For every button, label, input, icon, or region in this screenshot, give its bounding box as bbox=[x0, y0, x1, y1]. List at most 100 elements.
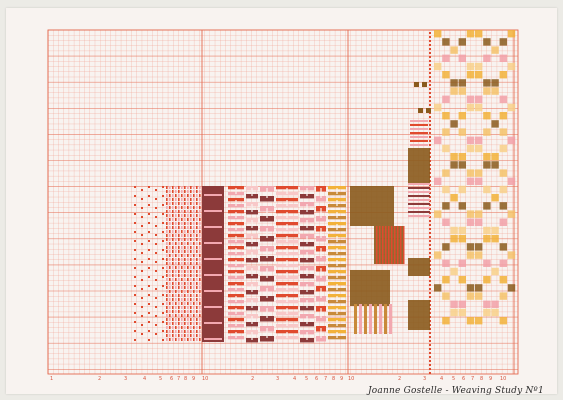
weave-cell bbox=[190, 318, 192, 321]
weave-cell bbox=[166, 270, 168, 273]
weave-cell bbox=[193, 202, 195, 205]
weave-cell bbox=[166, 322, 168, 325]
weave-cell bbox=[172, 190, 174, 193]
weave-cell bbox=[193, 290, 195, 293]
weave-dot bbox=[148, 276, 150, 278]
weave-cell bbox=[169, 330, 171, 333]
weave-cell bbox=[181, 238, 183, 241]
weave-cell bbox=[193, 198, 195, 201]
weave-cell bbox=[196, 254, 198, 257]
axis-label: 8 bbox=[184, 376, 187, 382]
weave-cell bbox=[172, 322, 174, 325]
weave-cell bbox=[184, 210, 186, 213]
weave-dot bbox=[141, 315, 143, 317]
weave-cell bbox=[196, 266, 198, 269]
weave-dot bbox=[162, 204, 164, 206]
weave-cell bbox=[187, 322, 189, 325]
weave-cell bbox=[184, 222, 186, 225]
weave-cell bbox=[175, 242, 177, 245]
weave-dot bbox=[141, 261, 143, 263]
weave-stripe bbox=[410, 120, 428, 122]
weave-cell bbox=[172, 206, 174, 209]
weave-dot bbox=[155, 225, 157, 227]
weave-cell bbox=[166, 230, 168, 233]
dotted-marker bbox=[429, 364, 431, 366]
dotted-marker bbox=[429, 128, 431, 130]
weave-cell bbox=[175, 330, 177, 333]
weave-cell bbox=[172, 314, 174, 317]
weave-dot bbox=[141, 288, 143, 290]
weave-cell bbox=[199, 330, 201, 333]
weave-cell bbox=[178, 330, 180, 333]
weave-stripe bbox=[204, 322, 222, 324]
axis-label: 2 bbox=[251, 376, 254, 382]
weave-cell bbox=[178, 282, 180, 285]
weave-stripe bbox=[204, 210, 222, 212]
weave-cell bbox=[196, 314, 198, 317]
weave-cell bbox=[166, 258, 168, 261]
weave-gap bbox=[266, 188, 268, 198]
weave-cell bbox=[190, 194, 192, 197]
weave-cell bbox=[184, 202, 186, 205]
weave-cell bbox=[190, 258, 192, 261]
checker-tile bbox=[475, 30, 483, 38]
weave-dot bbox=[141, 243, 143, 245]
weave-cell bbox=[184, 234, 186, 237]
axis-label: 9 bbox=[340, 376, 343, 382]
weave-cell bbox=[196, 210, 198, 213]
checker-tile bbox=[483, 153, 491, 161]
dotted-marker bbox=[429, 372, 431, 374]
weave-gap bbox=[235, 236, 237, 242]
checker-tile bbox=[483, 235, 491, 243]
weave-cell bbox=[193, 322, 195, 325]
axis-label: 5 bbox=[305, 376, 308, 382]
weave-cell bbox=[199, 202, 201, 205]
checker-tile bbox=[442, 38, 450, 46]
weave-cell bbox=[181, 194, 183, 197]
weave-cell bbox=[175, 286, 177, 289]
weave-cell bbox=[184, 326, 186, 329]
weave-cell bbox=[175, 298, 177, 301]
weave-cell bbox=[172, 302, 174, 305]
weave-gap bbox=[235, 224, 237, 230]
weave-cell bbox=[166, 246, 168, 249]
weave-cell bbox=[166, 282, 168, 285]
weave-stripe bbox=[408, 203, 430, 205]
weave-cell bbox=[169, 250, 171, 253]
weave-gap bbox=[336, 200, 338, 206]
weave-cell bbox=[169, 218, 171, 221]
weave-cell bbox=[166, 262, 168, 265]
weave-cell bbox=[196, 234, 198, 237]
weave-cell bbox=[172, 194, 174, 197]
checker-tile bbox=[499, 169, 507, 177]
weave-dot bbox=[141, 234, 143, 236]
weave-cell bbox=[166, 186, 168, 189]
checker-tile bbox=[450, 46, 458, 54]
checker-tile bbox=[434, 177, 442, 185]
weave-cell bbox=[169, 302, 171, 305]
weave-dot bbox=[162, 303, 164, 305]
weave-stripe bbox=[204, 194, 222, 196]
weave-cell bbox=[193, 286, 195, 289]
weave-cell bbox=[187, 278, 189, 281]
weave-cell bbox=[178, 302, 180, 305]
weave-cell bbox=[196, 206, 198, 209]
weave-cell bbox=[181, 338, 183, 341]
weave-cell bbox=[178, 242, 180, 245]
weave-dot bbox=[155, 216, 157, 218]
checker-tile bbox=[475, 144, 483, 153]
dotted-marker bbox=[429, 40, 431, 42]
dotted-marker bbox=[429, 236, 431, 238]
weave-cell bbox=[175, 270, 177, 273]
weave-gap bbox=[306, 284, 308, 292]
weave-gap bbox=[286, 200, 288, 206]
weave-cell bbox=[193, 294, 195, 297]
weave-dot bbox=[134, 294, 136, 296]
weave-dot bbox=[155, 324, 157, 326]
weave-dot bbox=[155, 234, 157, 236]
checker-tile bbox=[475, 177, 483, 185]
weave-cell bbox=[184, 322, 186, 325]
weave-cell bbox=[193, 262, 195, 265]
weave-dot bbox=[148, 321, 150, 323]
checker-tile bbox=[475, 210, 483, 218]
